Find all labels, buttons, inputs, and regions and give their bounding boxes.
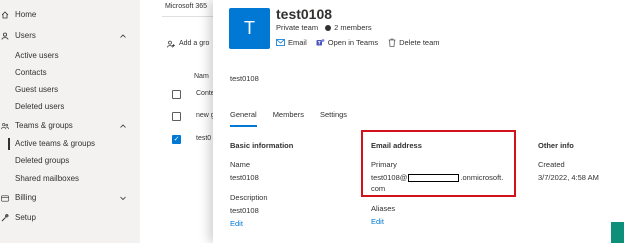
nav-label: Contacts — [15, 68, 47, 77]
chevron-up-icon[interactable] — [119, 32, 127, 40]
trash-icon — [387, 38, 396, 47]
billing-icon — [1, 193, 9, 203]
description-label: Description — [230, 193, 268, 202]
name-value: test0108 — [230, 173, 259, 182]
panel-tabs: General Members Settings — [230, 110, 363, 127]
email-button[interactable]: Email — [276, 38, 307, 47]
tab-microsoft-365[interactable]: Microsoft 365 — [165, 2, 207, 12]
team-description: test0108 — [230, 74, 259, 83]
selected-indicator — [8, 138, 10, 150]
aliases-label: Aliases — [371, 204, 396, 213]
basic-info-heading: Basic information — [230, 141, 294, 150]
open-in-teams-button[interactable]: Open in Teams — [316, 38, 378, 47]
add-group-button[interactable]: Add a gro — [167, 39, 209, 49]
nav-label: Guest users — [15, 85, 59, 94]
row-checkbox[interactable] — [172, 112, 181, 121]
nav-label: Active users — [15, 51, 59, 60]
home-icon — [1, 10, 9, 20]
members-dot-icon — [325, 24, 332, 31]
delete-team-button[interactable]: Delete team — [387, 38, 440, 47]
chevron-down-icon[interactable] — [119, 194, 127, 202]
nav-label: Setup — [15, 213, 36, 222]
mail-icon — [276, 38, 285, 47]
nav-label: Home — [15, 10, 37, 19]
team-details-panel: T test0108 Private team 2 members Email … — [213, 0, 624, 243]
edit-email-link[interactable]: Edit — [371, 217, 384, 226]
tab-members[interactable]: Members — [273, 110, 304, 120]
nav-label: Deleted users — [15, 102, 65, 111]
tab-general[interactable]: General — [230, 110, 257, 127]
row-name: test0 — [196, 135, 212, 142]
delete-team-label: Delete team — [399, 38, 440, 47]
nav-label: Active teams & groups — [15, 139, 96, 148]
user-icon — [1, 31, 9, 41]
nav-label: Users — [15, 31, 36, 40]
created-label: Created — [538, 160, 565, 169]
nav-label: Billing — [15, 193, 37, 202]
team-meta: Private team 2 members — [276, 23, 372, 32]
row-checkbox[interactable] — [172, 90, 181, 99]
left-nav: Home Users Active users Contacts Guest u… — [0, 0, 140, 243]
row-name: new g — [196, 112, 215, 119]
tab-settings[interactable]: Settings — [320, 110, 347, 120]
highlight-box — [361, 130, 516, 197]
row-checkbox-checked[interactable]: ✓ — [172, 135, 181, 144]
panel-actions: Email Open in Teams Delete team — [276, 38, 449, 47]
add-group-icon — [167, 40, 175, 48]
other-info-heading: Other info — [538, 141, 574, 150]
help-button-edge[interactable] — [611, 222, 624, 243]
name-label: Name — [230, 160, 251, 169]
nav-label: Shared mailboxes — [15, 174, 80, 183]
teams-icon — [316, 38, 325, 47]
team-avatar: T — [229, 8, 270, 49]
admin-center-screen: Home Users Active users Contacts Guest u… — [0, 0, 624, 243]
nav-label: Teams & groups — [15, 121, 73, 130]
chevron-up-icon[interactable] — [119, 122, 127, 130]
privacy-label: Private team — [276, 23, 319, 32]
row-name: Conte — [196, 90, 215, 97]
panel-title: test0108 — [276, 6, 333, 22]
group-icon — [1, 121, 9, 131]
nav-label: Deleted groups — [15, 156, 70, 165]
created-value: 3/7/2022, 4:58 AM — [538, 173, 599, 182]
column-header-name[interactable]: Nam — [194, 72, 209, 82]
add-group-label: Add a gro — [179, 40, 210, 47]
description-value: test0108 — [230, 206, 259, 215]
open-in-teams-label: Open in Teams — [327, 38, 379, 47]
edit-basic-info-link[interactable]: Edit — [230, 219, 243, 228]
email-label: Email — [288, 38, 307, 47]
members-count: 2 members — [334, 23, 372, 32]
setup-icon — [1, 213, 9, 223]
